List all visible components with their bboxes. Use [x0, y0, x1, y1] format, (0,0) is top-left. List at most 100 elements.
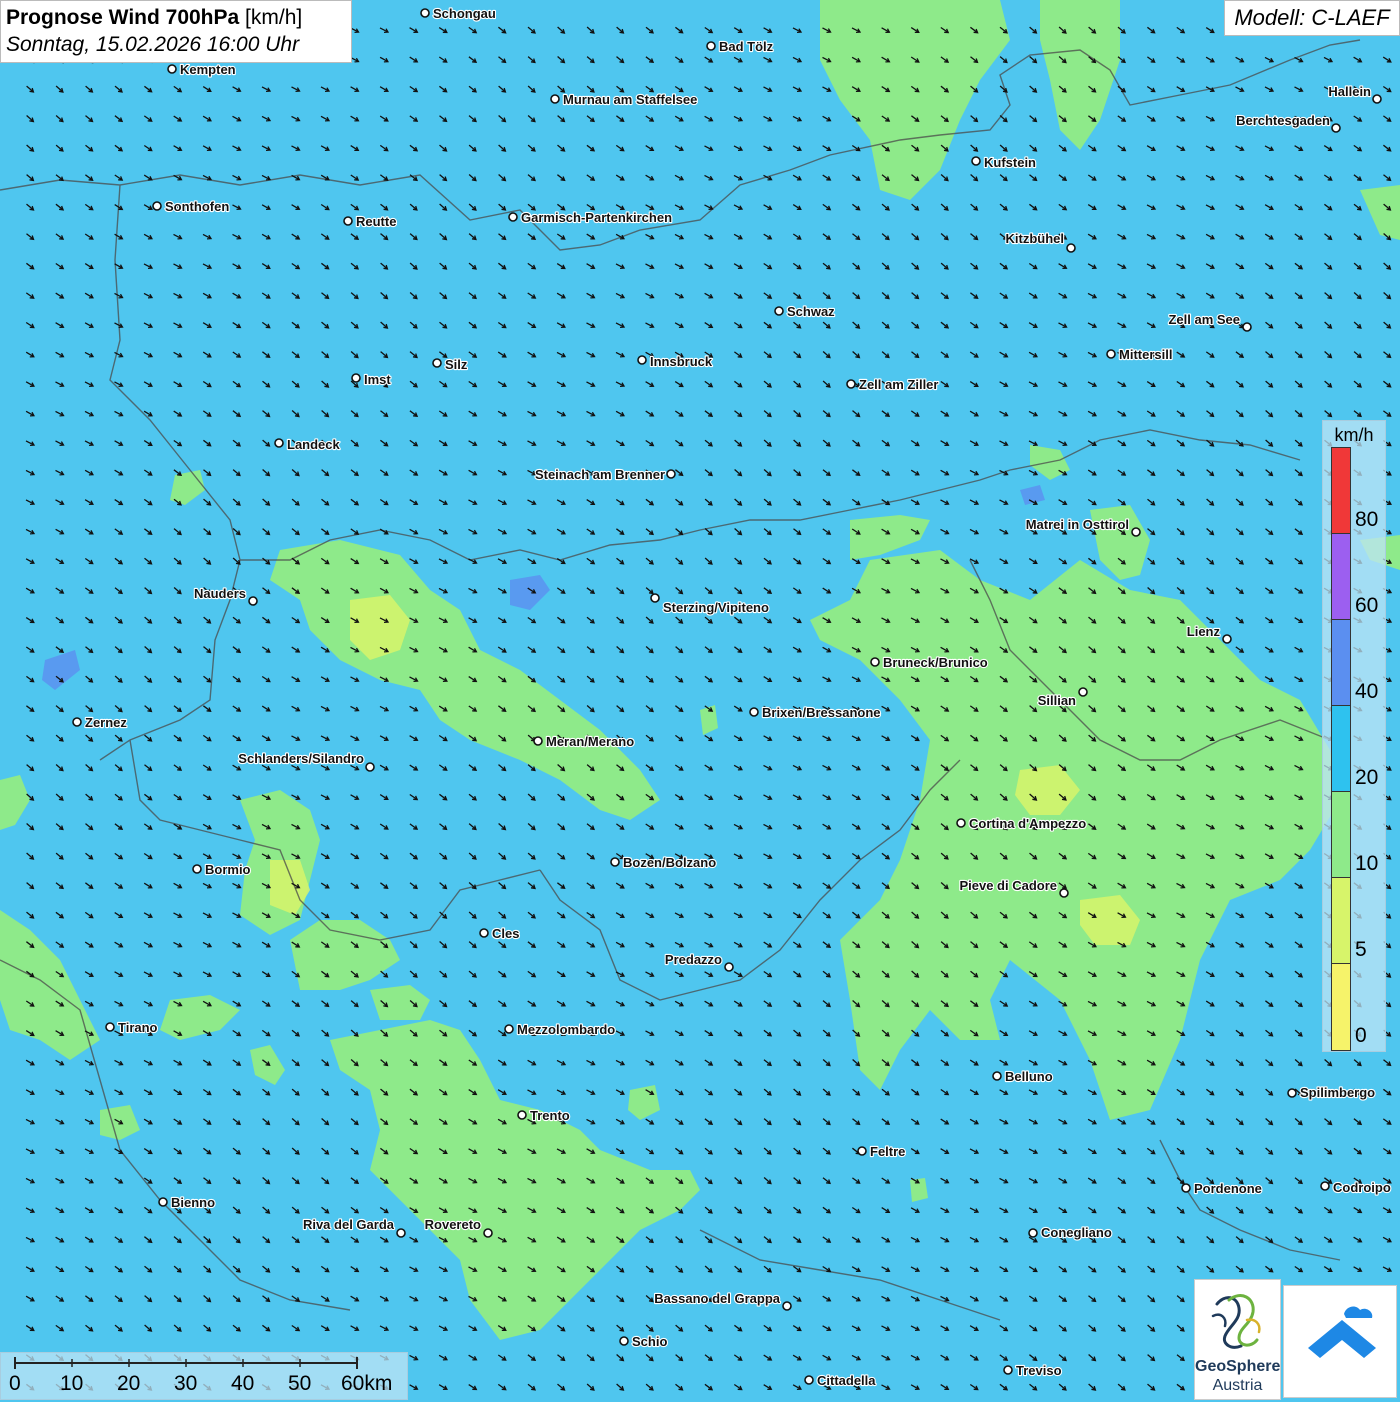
legend-label-60: 60 [1355, 594, 1379, 617]
brand-subtitle: Austria [1212, 1377, 1263, 1394]
place-dot [508, 212, 518, 222]
legend-label-0: 0 [1355, 1024, 1367, 1047]
place-dot [351, 373, 361, 383]
place-dot [72, 717, 82, 727]
place-label: Feltre [870, 1144, 905, 1159]
place-dot [1066, 243, 1076, 253]
place-dot [517, 1110, 527, 1120]
scale-label-0: 0 [9, 1372, 21, 1395]
place-dot [432, 358, 442, 368]
place-dot [610, 857, 620, 867]
legend-swatch-0 [1332, 964, 1350, 1050]
model-label: Modell: C-LAEF [1224, 0, 1400, 36]
legend-swatch-40 [1332, 620, 1350, 706]
place-dot [804, 1375, 814, 1385]
place-label: Kitzbühel [1006, 231, 1065, 246]
place-dot [1003, 1365, 1013, 1375]
place-label: Predazzo [665, 952, 722, 967]
place-label: Trento [530, 1108, 570, 1123]
place-label: Matrei in Osttirol [1026, 517, 1129, 532]
place-label: Landeck [287, 437, 341, 452]
place-dot [343, 216, 353, 226]
place-label: Bad Tölz [719, 39, 774, 54]
place-label: Schongau [433, 6, 496, 21]
legend-label-80: 80 [1355, 508, 1379, 531]
place-label: Bienno [171, 1195, 215, 1210]
place-dot [1222, 634, 1232, 644]
scale-label-40: 40 [231, 1372, 255, 1395]
place-dot [1078, 687, 1088, 697]
scale-label-10: 10 [60, 1372, 84, 1395]
place-label: Zernez [85, 715, 127, 730]
place-label: Bormio [205, 862, 251, 877]
place-dot [749, 707, 759, 717]
place-dot [619, 1336, 629, 1346]
place-label: Innsbruck [650, 354, 713, 369]
place-label: Imst [364, 372, 391, 387]
legend-swatch-10 [1332, 792, 1350, 878]
legend-label-5: 5 [1355, 938, 1367, 961]
place-dot [158, 1197, 168, 1207]
place-label: Reutte [356, 214, 396, 229]
place-dot [650, 593, 660, 603]
place-label: Mittersill [1119, 347, 1172, 362]
place-dot [870, 657, 880, 667]
title-box: Prognose Wind 700hPa [km/h] Sonntag, 15.… [0, 0, 352, 63]
wind-map[interactable]: Schongau Bad Tölz Kempten Murnau am Staffel… [0, 0, 1400, 1400]
geosphere-mark-icon [1211, 1294, 1261, 1349]
place-label: Meran/Merano [546, 734, 634, 749]
place-label: Cles [492, 926, 519, 941]
legend-swatch-20 [1332, 706, 1350, 792]
place-label: Schio [632, 1334, 667, 1349]
legend-label-40: 40 [1355, 680, 1379, 703]
place-dot [167, 64, 177, 74]
place-dot [1131, 527, 1141, 537]
place-dot [483, 1228, 493, 1238]
map-title: Prognose Wind 700hPa [km/h] [6, 4, 346, 31]
legend-label-20: 20 [1355, 766, 1379, 789]
place-label: Zell am Ziller [859, 377, 938, 392]
scale-label-60km: 60km [341, 1372, 393, 1395]
cloud-arrow-icon [1308, 1306, 1376, 1358]
place-label: Nauders [194, 586, 246, 601]
legend-label-10: 10 [1355, 852, 1379, 875]
place-dot [1287, 1088, 1297, 1098]
place-dot [365, 762, 375, 772]
legend-swatch-80 [1332, 448, 1350, 534]
place-dot [1372, 94, 1382, 104]
place-dot [479, 928, 489, 938]
place-dot [774, 306, 784, 316]
place-label: Pieve di Cadore [959, 878, 1057, 893]
place-dot [533, 736, 543, 746]
place-label: Bruneck/Brunico [883, 655, 988, 670]
place-dot [550, 94, 560, 104]
legend-color-bar [1331, 447, 1351, 1051]
place-dot [857, 1146, 867, 1156]
place-dot [396, 1228, 406, 1238]
title-main: Prognose Wind 700hPa [6, 6, 240, 29]
place-label: Cittadella [817, 1373, 876, 1388]
place-dot [274, 438, 284, 448]
brand-name: GeoSphere [1195, 1358, 1281, 1375]
place-dot [956, 818, 966, 828]
geosphere-logo[interactable]: GeoSphere Austria [1194, 1279, 1281, 1400]
place-label: Steinach am Brenner [535, 467, 665, 482]
place-label: Zell am See [1168, 312, 1240, 327]
place-dot [1181, 1183, 1191, 1193]
place-label: Schlanders/Silandro [238, 751, 364, 766]
place-dot [637, 355, 647, 365]
place-dot [105, 1022, 115, 1032]
legend-unit: km/h [1334, 425, 1374, 445]
place-dot [846, 379, 856, 389]
app-logo[interactable] [1283, 1285, 1397, 1398]
color-legend: km/h 80 60 40 20 10 5 0 [1322, 420, 1386, 1052]
place-label: Sonthofen [165, 199, 229, 214]
place-label: Mezzolombardo [517, 1022, 615, 1037]
place-dot [1028, 1228, 1038, 1238]
place-label: Tirano [118, 1020, 158, 1035]
place-label: Garmisch-Partenkirchen [521, 210, 672, 225]
scale-bar: 0 10 20 30 40 50 60km [0, 1352, 408, 1400]
place-label: Pordenone [1194, 1181, 1262, 1196]
place-label: Treviso [1016, 1363, 1062, 1378]
place-label: Sterzing/Vipiteno [663, 600, 769, 615]
